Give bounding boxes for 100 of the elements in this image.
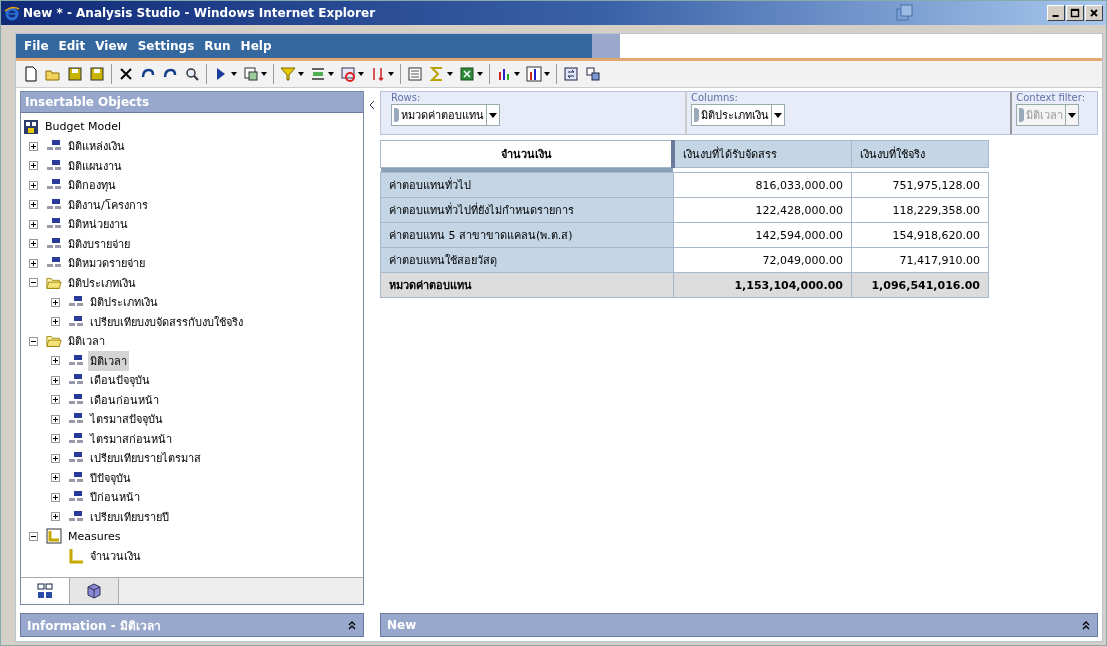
expander-icon[interactable] — [51, 356, 60, 366]
tree-item[interactable]: เปรียบเทียบรายไตรมาส — [88, 448, 203, 469]
tree-item[interactable]: ไตรมาสก่อนหน้า — [88, 428, 174, 449]
filter-icon[interactable] — [277, 66, 307, 82]
expander-icon[interactable] — [29, 278, 38, 288]
tree-item[interactable]: มิติงบรายจ่าย — [66, 233, 132, 254]
expander-icon[interactable] — [51, 375, 60, 385]
tree-item[interactable]: Budget Model — [43, 119, 124, 135]
dimension-chip[interactable]: มิติประเภทเงิน — [691, 104, 785, 126]
table-cell: 154,918,620.00 — [851, 222, 989, 248]
tree-item[interactable]: มิติแผนงาน — [66, 155, 124, 176]
menu-bar-handle — [592, 34, 620, 58]
cube-icon — [86, 583, 102, 599]
panel-tab[interactable] — [21, 578, 70, 604]
measures-folder-icon — [46, 528, 62, 545]
table-cell: 118,229,358.00 — [851, 197, 989, 223]
tree-item[interactable]: มิติหน่วยงาน — [66, 214, 130, 235]
expander-icon[interactable] — [29, 180, 38, 190]
menu-item[interactable]: Settings — [137, 39, 195, 53]
expander-icon[interactable] — [51, 492, 60, 502]
drop-zone-label: Rows: — [391, 92, 422, 103]
panel-title: Information - มิติเวลา — [27, 617, 161, 635]
expander-icon[interactable] — [29, 531, 38, 541]
table-cell: 751,975,128.00 — [851, 172, 989, 198]
caret-icon[interactable] — [774, 112, 782, 118]
table-cell: 122,428,000.00 — [673, 197, 852, 223]
cube-model-icon — [23, 118, 39, 135]
measure-header[interactable]: จำนวนเงิน — [380, 140, 673, 168]
tree-item[interactable]: มิติประเภทเงิน — [66, 272, 138, 293]
expander-icon[interactable] — [51, 453, 60, 463]
tree-item[interactable]: มิติงาน/โครงการ — [66, 194, 150, 215]
close-icon — [1088, 8, 1100, 18]
hierarchy-icon — [37, 583, 53, 599]
dimension-chip[interactable]: หมวดค่าตอบแทน — [391, 104, 500, 126]
row-header[interactable]: ค่าตอบแทน 5 สาขาขาดแคลน(พ.ต.ส) — [380, 222, 673, 248]
expander-icon[interactable] — [51, 297, 60, 307]
minimize-button[interactable] — [1047, 5, 1065, 21]
maximize-button[interactable] — [1066, 5, 1084, 21]
menu-item[interactable]: View — [95, 39, 128, 53]
row-header[interactable]: ค่าตอบแทนทั่วไปที่ยังไม่กำหนดรายการ — [380, 197, 673, 223]
tree-item[interactable]: ปีก่อนหน้า — [88, 487, 142, 508]
panel-title: Insertable Objects — [21, 92, 363, 113]
expander-icon[interactable] — [29, 161, 38, 171]
window-title: New * - Analysis Studio - Windows Internet Explorer — [23, 6, 376, 20]
panel-title: New — [387, 618, 417, 632]
tree-item[interactable]: มิติประเภทเงิน — [88, 292, 160, 313]
minimize-icon — [1052, 15, 1059, 17]
row-header[interactable]: ค่าตอบแทนใช้สอยวัสดุ — [380, 247, 673, 273]
tree-item[interactable]: มิติเวลา — [88, 350, 129, 371]
expander-icon[interactable] — [51, 395, 60, 405]
expander-icon[interactable] — [29, 239, 38, 249]
tree-item[interactable]: มิติแหล่งเงิน — [66, 136, 127, 157]
table-cell: 72,049,000.00 — [673, 247, 852, 273]
ruler-icon — [68, 547, 84, 564]
table-cell: 142,594,000.00 — [673, 222, 852, 248]
table-cell: 816,033,000.00 — [673, 172, 852, 198]
caret-icon[interactable] — [489, 112, 497, 118]
column-header[interactable]: เงินงบที่ได้รับจัดสรร — [673, 140, 852, 168]
expander-icon[interactable] — [29, 336, 38, 346]
collapse-left-icon[interactable] — [369, 101, 375, 109]
tree-item[interactable]: เดือนปัจจุบัน — [88, 370, 152, 391]
expander-icon[interactable] — [51, 434, 60, 444]
tree-item[interactable]: ปีปัจจุบัน — [88, 467, 133, 488]
column-header[interactable]: เงินงบที่ใช้จริง — [851, 140, 989, 168]
tree-item[interactable]: มิติกองทุน — [66, 175, 118, 196]
tree-item[interactable]: จำนวนเงิน — [88, 545, 143, 566]
maximize-icon — [1069, 8, 1081, 18]
collapse-icon[interactable] — [347, 620, 357, 630]
expander-icon[interactable] — [51, 512, 60, 522]
row-header[interactable]: ค่าตอบแทนทั่วไป — [380, 172, 673, 198]
expander-icon[interactable] — [29, 219, 38, 229]
menu-item[interactable]: File — [24, 39, 49, 53]
panel-tab[interactable] — [70, 578, 119, 604]
tree-item[interactable]: Measures — [66, 528, 123, 544]
menu-item[interactable]: Help — [240, 39, 272, 53]
menu-item[interactable]: Edit — [58, 39, 86, 53]
expander-icon[interactable] — [29, 200, 38, 210]
menu-item[interactable]: Run — [204, 39, 231, 53]
tree-item[interactable]: เดือนก่อนหน้า — [88, 389, 161, 410]
grip-icon — [694, 107, 699, 123]
tree-item[interactable]: มิติเวลา — [66, 331, 107, 352]
table-cell: 71,417,910.00 — [851, 247, 989, 273]
windows-icon — [896, 4, 914, 22]
folder-icon — [46, 333, 62, 350]
tree-item[interactable]: เปรียบเทียบงบจัดสรรกับงบใช้จริง — [88, 311, 245, 332]
expander-icon[interactable] — [51, 414, 60, 424]
expander-icon[interactable] — [51, 317, 60, 327]
column-chart-icon[interactable] — [523, 66, 553, 82]
collapse-icon[interactable] — [1081, 620, 1091, 630]
expander-icon[interactable] — [29, 258, 38, 268]
row-header[interactable]: หมวดค่าตอบแทน — [380, 272, 673, 298]
expander-icon[interactable] — [51, 473, 60, 483]
tree-item[interactable]: ไตรมาสปัจจุบัน — [88, 409, 165, 430]
expander-icon[interactable] — [29, 141, 38, 151]
grip-icon — [1019, 107, 1025, 123]
drop-zone-label: Context filter: — [1016, 92, 1085, 103]
tree-item[interactable]: มิติหมวดรายจ่าย — [66, 253, 147, 274]
tree-item[interactable]: เปรียบเทียบรายปี — [88, 506, 171, 527]
close-button[interactable] — [1085, 5, 1103, 21]
grip-icon — [394, 107, 399, 123]
